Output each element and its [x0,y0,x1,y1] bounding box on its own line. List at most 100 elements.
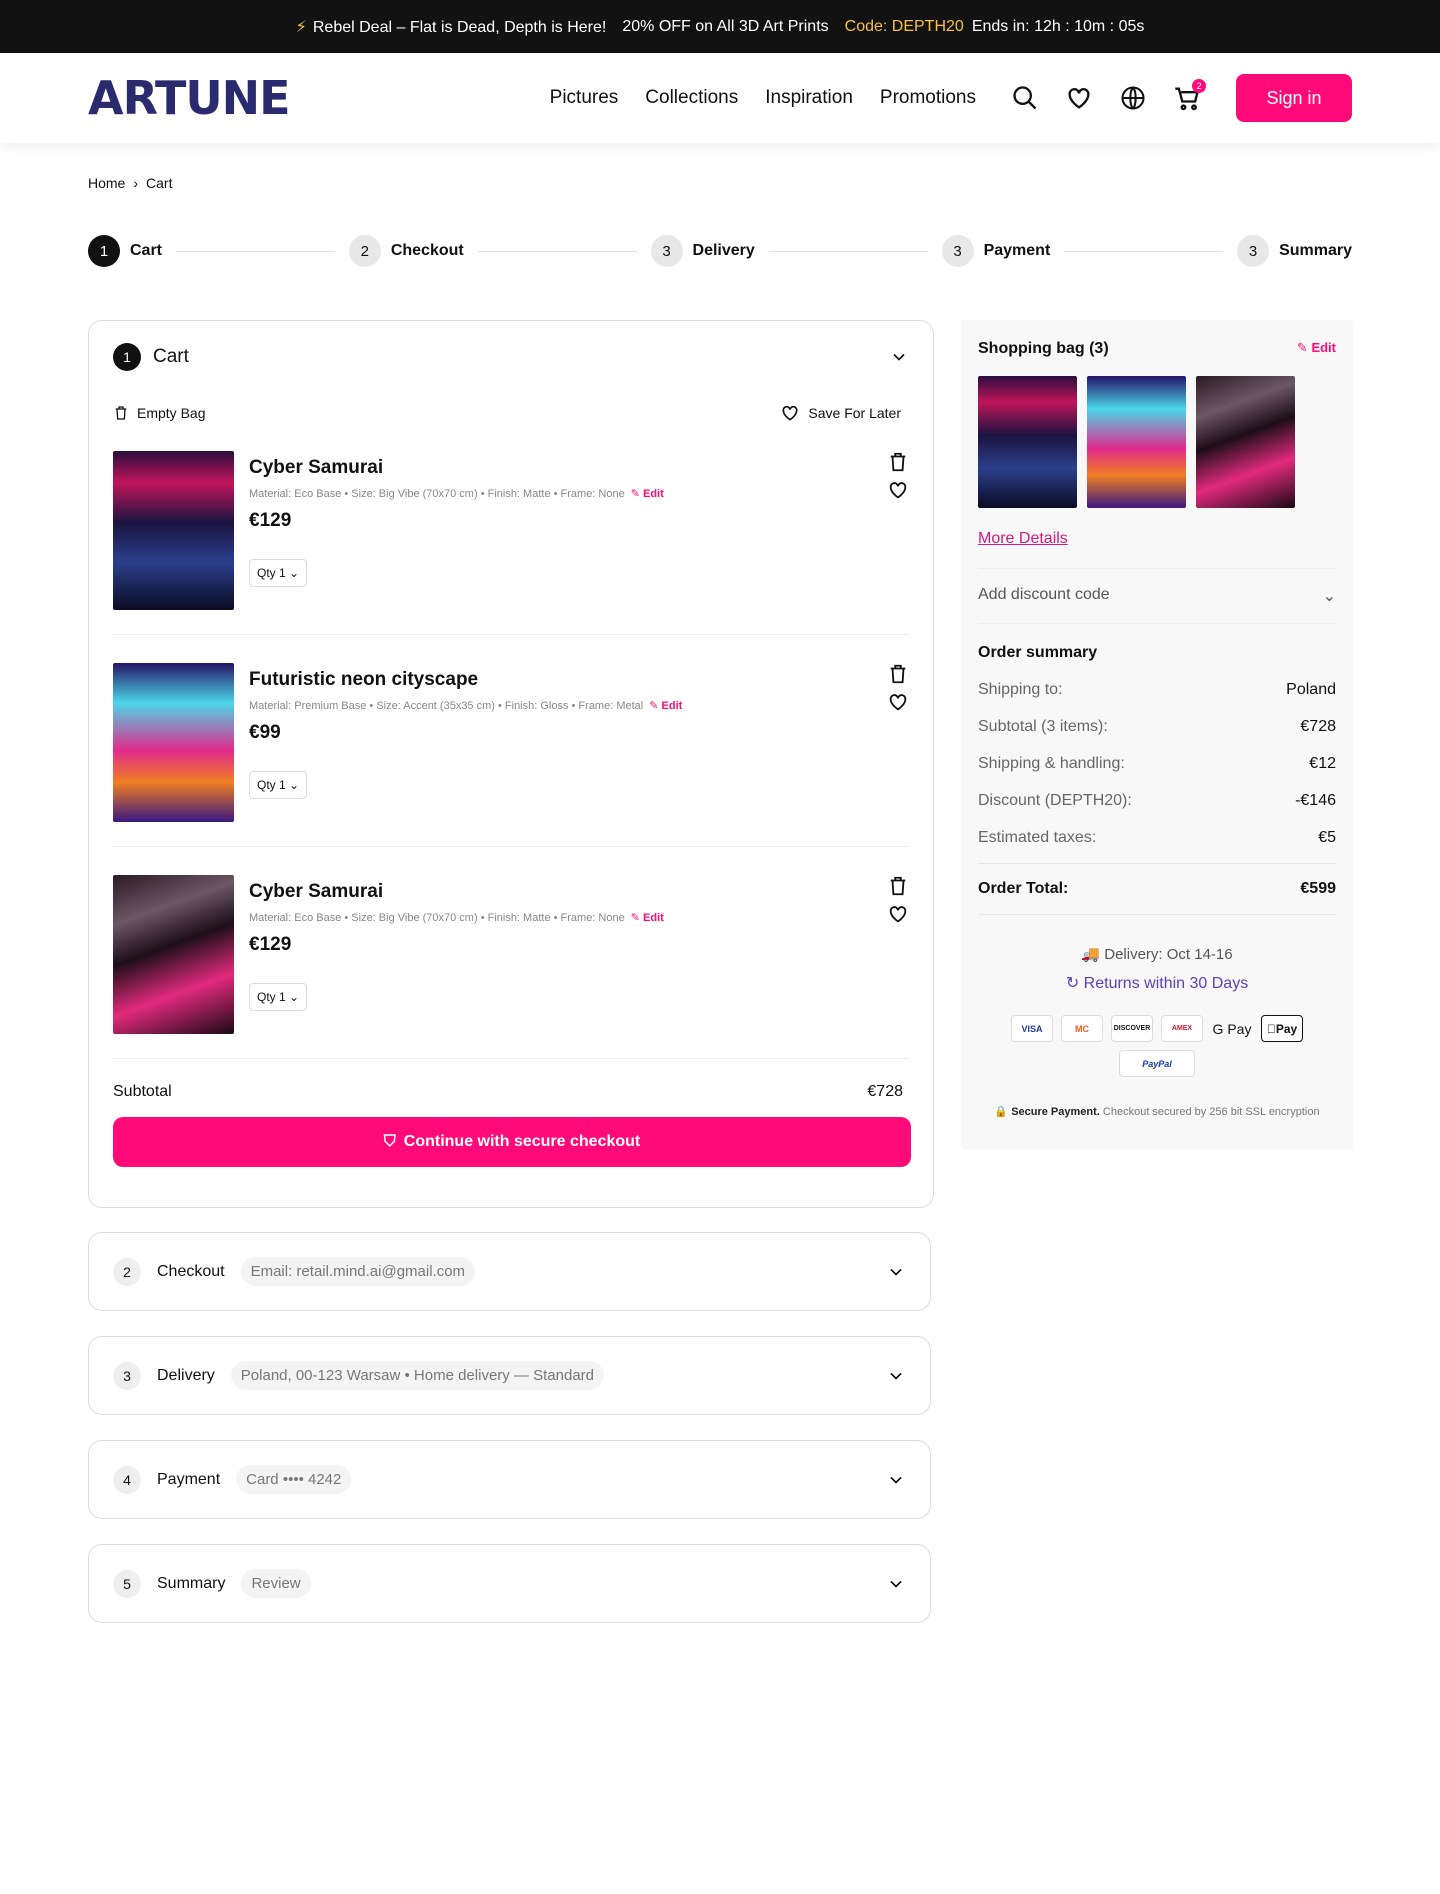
returns-text: Returns within 30 Days [1083,975,1249,992]
nav-pictures[interactable]: Pictures [550,87,619,109]
qty-select[interactable]: Qty 1 ⌄ [249,771,308,799]
secure-text: Checkout secured by 256 bit SSL encrypti… [1102,1106,1320,1118]
nav-inspiration[interactable]: Inspiration [765,87,853,109]
empty-bag-label: Empty Bag [137,405,206,421]
cart-section-header[interactable]: 1 Cart [113,343,909,371]
acc-number: 5 [113,1569,141,1598]
acc-summary: Card •••• 4242 [236,1465,352,1494]
step-checkout[interactable]: 2 Checkout [348,235,464,267]
row-label: Discount (DEPTH20): [978,792,1132,809]
chevron-down-icon: ⌄ [289,778,300,792]
trash-icon[interactable] [887,875,909,897]
cart-item-price: €129 [249,510,292,531]
globe-icon[interactable] [1118,83,1148,113]
discover-icon: DISCOVER [1111,1015,1153,1042]
step-delivery[interactable]: 3 Delivery [650,235,755,267]
cart-item-edit[interactable]: ✎ Edit [649,700,682,712]
chevron-down-icon[interactable] [886,1574,906,1594]
signin-button[interactable]: Sign in [1236,74,1352,122]
breadcrumb-home[interactable]: Home [88,175,125,191]
cart-item-title[interactable]: Futuristic neon cityscape [249,669,682,691]
cart-item-image[interactable] [113,451,234,610]
accordion-summary[interactable]: 5 Summary Review [88,1544,931,1623]
secure-checkout-button[interactable]: ⛉ Continue with secure checkout [113,1117,911,1167]
cart-item: Cyber Samurai Material: Eco Base • Size:… [113,847,909,1059]
cart-item-edit[interactable]: ✎ Edit [631,488,664,500]
step-number: 3 [650,235,683,267]
chevron-down-icon[interactable] [886,1366,906,1386]
nav-promotions[interactable]: Promotions [880,87,976,109]
summary-row: Shipping & handling: €12 [978,755,1336,773]
chevron-down-icon[interactable] [889,347,909,367]
chevron-down-icon[interactable] [886,1470,906,1490]
google-pay-icon: G Pay [1212,1020,1252,1037]
empty-bag-button[interactable]: Empty Bag [113,403,205,423]
shield-icon: ⛉ [383,1133,396,1150]
promo-lead-text: Rebel Deal – Flat is Dead, Depth is Here… [312,18,607,36]
more-details-link[interactable]: More Details [978,530,1336,548]
save-for-later-button[interactable]: Save For Later [780,403,901,423]
accordion-payment[interactable]: 4 Payment Card •••• 4242 [88,1440,931,1519]
discount-code-toggle[interactable]: Add discount code ⌄ [978,568,1336,624]
header-icons: 2 [1010,79,1206,113]
returns-policy[interactable]: ↻ Returns within 30 Days [978,973,1336,993]
cart-item-title[interactable]: Cyber Samurai [249,881,664,903]
main-nav: Pictures Collections Inspiration Promoti… [550,87,976,109]
nav-collections[interactable]: Collections [645,87,738,109]
chevron-down-icon: ⌄ [289,990,300,1004]
qty-value: Qty 1 [257,566,286,580]
trash-icon [115,406,127,420]
acc-summary: Poland, 00-123 Warsaw • Home delivery — … [230,1361,604,1390]
cart-item-options: Material: Premium Base • Size: Accent (3… [249,700,644,712]
heart-icon[interactable] [887,691,909,713]
qty-select[interactable]: Qty 1 ⌄ [249,559,308,587]
step-summary[interactable]: 3 Summary [1237,235,1352,267]
bag-thumb[interactable] [1196,376,1295,508]
bag-edit[interactable]: ✎ Edit [1297,340,1336,358]
checkout-steps: 1 Cart 2 Checkout 3 Delivery 3 Payment 3 Summ… [88,235,1352,267]
save-for-later-label: Save For Later [808,405,901,421]
summary-row: Estimated taxes: €5 [978,829,1336,847]
accordion-checkout[interactable]: 2 Checkout Email: retail.mind.ai@gmail.com [88,1232,931,1311]
chevron-down-icon[interactable] [886,1262,906,1282]
cart-item-price: €129 [249,934,292,955]
row-label: Estimated taxes: [978,829,1097,846]
step-label: Checkout [390,242,464,259]
heart-icon[interactable] [887,903,909,925]
accordion-delivery[interactable]: 3 Delivery Poland, 00-123 Warsaw • Home de… [88,1336,931,1415]
trash-icon[interactable] [887,451,909,473]
step-payment[interactable]: 3 Payment [941,235,1050,267]
cart-item-edit[interactable]: ✎ Edit [631,912,664,924]
qty-select[interactable]: Qty 1 ⌄ [249,983,308,1011]
qty-value: Qty 1 [257,990,286,1004]
heart-icon[interactable] [1064,83,1094,113]
bolt-icon: ⚡ [295,18,307,36]
edit-label: Edit [643,912,664,924]
cart-icon[interactable]: 2 [1172,79,1206,113]
row-label: Subtotal (3 items): [978,718,1108,735]
summary-row: Discount (DEPTH20): -€146 [978,792,1336,810]
cart-item-title[interactable]: Cyber Samurai [249,457,664,479]
cart-section: 1 Cart Empty Bag Save For Later Cyber Sa… [88,320,934,1208]
chevron-right-icon: › [133,175,139,191]
discount-label: Add discount code [978,586,1110,603]
row-value: Poland [1286,681,1336,698]
step-cart[interactable]: 1 Cart [88,235,162,267]
trash-icon[interactable] [887,663,909,685]
logo[interactable]: ARTUNE [88,71,291,125]
summary-row: Shipping to: Poland [978,681,1336,699]
search-icon[interactable] [1010,83,1040,113]
visa-icon: VISA [1011,1015,1053,1042]
heart-icon[interactable] [887,479,909,501]
cart-item-price: €99 [249,722,281,743]
acc-number: 2 [113,1257,141,1286]
cart-item-image[interactable] [113,875,234,1034]
row-value: €5 [1318,829,1336,846]
cart-item-image[interactable] [113,663,234,822]
bag-thumb[interactable] [978,376,1077,508]
promo-lead: ⚡ Rebel Deal – Flat is Dead, Depth is Her… [296,17,607,37]
promo-offer: 20% OFF on All 3D Art Prints [622,17,829,35]
cart-subtotal: Subtotal €728 [113,1083,909,1101]
cart-item-options: Material: Eco Base • Size: Big Vibe (70x… [249,912,625,924]
bag-thumb[interactable] [1087,376,1186,508]
